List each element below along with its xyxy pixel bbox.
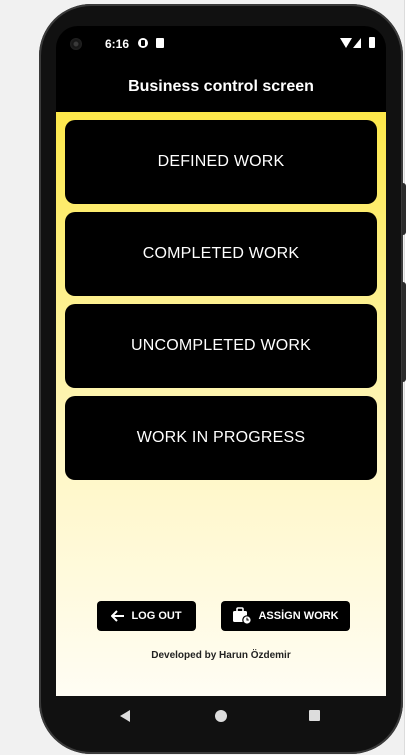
- uncompleted-work-button[interactable]: UNCOMPLETED WORK: [65, 304, 377, 388]
- work-in-progress-label: WORK IN PROGRESS: [136, 429, 306, 446]
- completed-work-label: COMPLETED WORK: [142, 245, 300, 262]
- uncompleted-work-label: UNCOMPLETED WORK: [130, 337, 312, 354]
- home-icon[interactable]: [215, 710, 227, 722]
- sd-card-icon: [156, 38, 164, 48]
- logout-label: LOG OUT: [131, 610, 182, 622]
- logout-button[interactable]: LOG OUT: [97, 601, 196, 631]
- defined-work-button[interactable]: DEFINED WORK: [65, 120, 377, 204]
- notification-icon: [138, 38, 148, 48]
- developer-credit: Developed by Harun Özdemir: [151, 650, 291, 661]
- defined-work-label: DEFINED WORK: [157, 153, 285, 170]
- navigation-bar: [56, 696, 386, 736]
- side-panel: [404, 0, 418, 755]
- completed-work-button[interactable]: COMPLETED WORK: [65, 212, 377, 296]
- volume-button: [402, 282, 406, 382]
- back-icon[interactable]: [120, 710, 130, 722]
- battery-icon: [369, 37, 375, 48]
- briefcase-clock-icon: [232, 607, 253, 625]
- main-content: DEFINED WORK COMPLETED WORK UNCOMPLETED …: [56, 112, 386, 696]
- assign-work-label: ASSİGN WORK: [258, 610, 339, 622]
- recents-icon[interactable]: [309, 710, 320, 721]
- status-time: 6:16: [105, 37, 130, 51]
- arrow-left-icon: [111, 610, 125, 622]
- power-button: [402, 183, 406, 235]
- wifi-icon: [340, 38, 352, 48]
- work-in-progress-button[interactable]: WORK IN PROGRESS: [65, 396, 377, 480]
- phone-screen: 6:16 Business control screen DEFINED WOR…: [56, 26, 386, 696]
- signal-icon: [353, 38, 361, 48]
- camera-icon: [70, 38, 82, 50]
- status-bar: 6:16: [56, 26, 386, 62]
- app-bar: Business control screen: [56, 62, 386, 112]
- assign-work-button[interactable]: ASSİGN WORK: [221, 601, 350, 631]
- page-title: Business control screen: [128, 78, 314, 95]
